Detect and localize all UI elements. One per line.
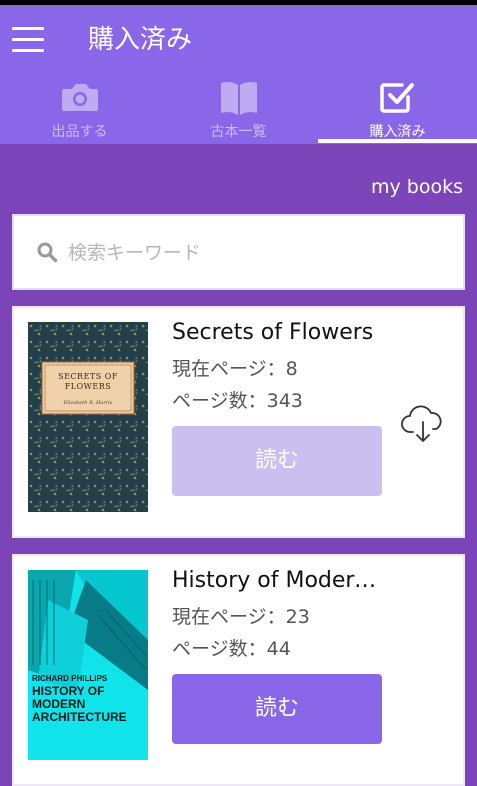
book-card: SECRETS OF FLOWERS Elizabeth R. Harris S… — [12, 306, 465, 538]
current-page: 現在ページ：23 — [172, 602, 310, 629]
book-title: Secrets of Flowers — [172, 320, 374, 345]
tab-purchased[interactable]: 購入済み — [318, 73, 477, 144]
current-page-label: 現在ページ： — [172, 606, 286, 628]
search-input[interactable] — [66, 234, 450, 272]
cover-author: RICHARD PHILLIPS — [32, 674, 108, 683]
page-count-value: 343 — [266, 390, 303, 412]
search-box[interactable] — [12, 214, 465, 290]
current-page-value: 23 — [285, 606, 310, 628]
page-count: ページ数：343 — [172, 386, 303, 413]
cover-author: Elizabeth R. Harris — [63, 400, 113, 406]
read-button[interactable]: 読む — [172, 426, 382, 496]
tab-sell-label: 出品する — [51, 124, 108, 140]
tab-used-books[interactable]: 古本一覧 — [159, 73, 318, 144]
camera-icon — [61, 84, 98, 111]
tab-purchased-label: 購入済み — [369, 124, 426, 140]
read-button[interactable]: 読む — [172, 674, 382, 744]
tab-indicator — [318, 139, 477, 143]
menu-icon[interactable] — [12, 27, 44, 53]
book-title: History of Modern Architecture — [172, 568, 387, 593]
cloud-download-icon[interactable] — [400, 400, 446, 446]
current-page-value: 8 — [285, 358, 298, 380]
app-bar: 購入済み 出品する 古本一覧 購入済み — [0, 5, 477, 144]
my-books-link[interactable]: my books — [371, 176, 463, 198]
current-page: 現在ページ：8 — [172, 354, 298, 381]
tab-bar: 出品する 古本一覧 購入済み — [0, 73, 477, 144]
page-count-label: ページ数： — [172, 638, 267, 660]
book-cover[interactable]: SECRETS OF FLOWERS Elizabeth R. Harris — [28, 322, 148, 512]
page-count-value: 44 — [266, 638, 291, 660]
cover-title: HISTORY OF MODERN ARCHITECTURE — [32, 684, 127, 724]
current-page-label: 現在ページ： — [172, 358, 286, 380]
search-icon — [37, 242, 58, 263]
tab-used-books-label: 古本一覧 — [210, 124, 267, 140]
cover-title: SECRETS OF FLOWERS — [58, 372, 118, 391]
page-title: 購入済み — [88, 25, 193, 55]
tab-sell[interactable]: 出品する — [0, 73, 159, 144]
page-count: ページ数：44 — [172, 634, 291, 661]
book-card: RICHARD PHILLIPS HISTORY OF MODERN ARCHI… — [12, 554, 465, 786]
book-cover[interactable]: RICHARD PHILLIPS HISTORY OF MODERN ARCHI… — [28, 570, 148, 760]
book-icon — [220, 81, 257, 115]
checkbox-icon — [379, 83, 414, 113]
page-count-label: ページ数： — [172, 390, 267, 412]
